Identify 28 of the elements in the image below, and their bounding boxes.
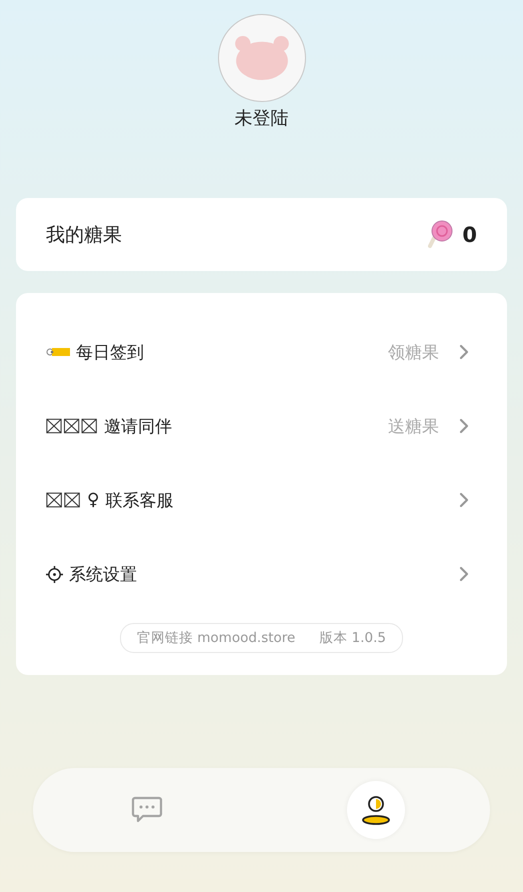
- candy-count: 0: [462, 222, 477, 246]
- menu-label: 每日签到: [76, 342, 144, 364]
- chevron-right-icon: [459, 418, 469, 434]
- bear-icon: [232, 35, 290, 81]
- lollipop-icon: [428, 220, 454, 250]
- tag-icon: [46, 346, 70, 358]
- gear-icon: [46, 566, 63, 582]
- candy-card[interactable]: 我的糖果 0: [16, 198, 507, 271]
- missing-glyph-icon: [46, 491, 81, 509]
- menu-hint: 送糖果: [388, 416, 439, 438]
- chevron-right-icon: [459, 344, 469, 360]
- menu-item[interactable]: ♀ 联系客服: [46, 463, 477, 537]
- menu-label: 联系客服: [105, 490, 174, 512]
- female-symbol: ♀: [87, 490, 100, 510]
- version-text: 版本 1.0.5: [319, 629, 386, 647]
- menu-label: 系统设置: [69, 564, 137, 586]
- user-name: 未登陆: [234, 107, 288, 130]
- menu-hint: 领糖果: [388, 342, 439, 364]
- menu-item[interactable]: 系统设置: [46, 537, 477, 611]
- chevron-right-icon: [459, 566, 469, 582]
- menu-item[interactable]: 邀请同伴 送糖果: [46, 389, 477, 463]
- user-icon: [360, 795, 392, 825]
- missing-glyph-icon: [46, 417, 98, 435]
- candy-label: 我的糖果: [46, 222, 122, 248]
- chat-icon: [131, 795, 164, 825]
- menu-label: 邀请同伴: [104, 416, 172, 438]
- chevron-right-icon: [459, 492, 469, 508]
- menu-item[interactable]: 每日签到 领糖果: [46, 315, 477, 389]
